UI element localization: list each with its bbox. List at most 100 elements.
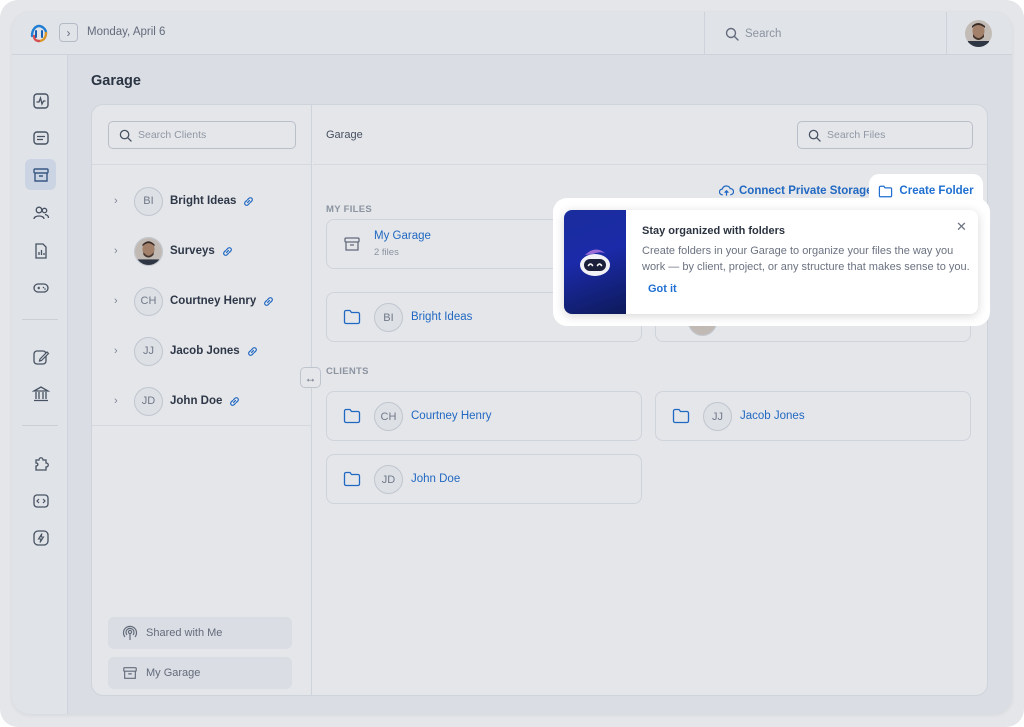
client-item-jacob-jones[interactable]: › JJ Jacob Jones [92,326,312,376]
folder-avatar: BI [374,303,403,332]
files-breadcrumb: Garage [326,129,363,141]
clients-pane: Search Clients › BI Bright Ideas › Surve… [92,105,312,695]
cloud-upload-icon [719,185,734,196]
code-icon[interactable] [30,490,51,511]
folder-avatar: JJ [703,402,732,431]
onboarding-tooltip: Stay organized with folders Create folde… [564,210,978,314]
chevron-right-icon[interactable]: › [114,245,118,257]
current-date: Monday, April 6 [87,26,166,38]
broadcast-icon [122,625,138,640]
create-folder-button[interactable]: Create Folder [869,174,983,208]
folder-icon [343,471,361,487]
client-name: Jacob Jones [170,345,240,357]
link-icon[interactable] [246,345,259,358]
client-name: Bright Ideas [170,195,237,207]
activity-icon[interactable] [30,90,51,111]
client-name: Surveys [170,245,215,257]
tooltip-body: Create folders in your Garage to organiz… [642,245,970,273]
users-icon[interactable] [30,202,51,223]
chevron-right-icon[interactable]: › [114,195,118,207]
tooltip-illustration [564,210,626,314]
edit-icon[interactable] [30,346,51,367]
app-logo-icon[interactable] [28,22,50,44]
client-avatar: BI [134,186,163,216]
folder-avatar: JD [374,465,403,494]
divider [313,164,987,165]
search-icon [119,129,132,142]
garage-icon[interactable] [25,159,56,190]
chevron-right-icon[interactable]: › [114,295,118,307]
search-icon [808,129,821,142]
tooltip-title: Stay organized with folders [642,225,786,237]
global-search-placeholder: Search [745,27,782,40]
my-files-heading: MY FILES [326,204,373,215]
expand-sidebar-button[interactable]: › [59,23,78,42]
folder-icon [343,408,361,424]
file-count: 2 files [374,247,399,258]
file-search-placeholder: Search Files [827,129,886,141]
my-garage-button[interactable]: My Garage [108,657,292,689]
resize-handle[interactable]: ↔ [300,367,321,388]
shared-with-me-label: Shared with Me [146,627,223,639]
client-search-input[interactable]: Search Clients [108,121,296,149]
file-search-input[interactable]: Search Files [797,121,973,149]
client-avatar-photo [134,236,163,266]
close-icon[interactable]: ✕ [956,219,967,235]
client-item-bright-ideas[interactable]: › BI Bright Ideas [92,176,312,226]
client-name: Courtney Henry [170,295,257,307]
user-avatar[interactable] [965,20,992,47]
divider [92,164,312,165]
chevron-right-icon[interactable]: › [114,395,118,407]
client-avatar: JD [134,386,163,416]
chevron-right-icon: › [66,25,71,40]
link-icon[interactable] [242,195,255,208]
folder-name: My Garage [374,230,431,242]
got-it-button[interactable]: Got it [648,283,677,295]
clients-heading: CLIENTS [326,366,369,377]
client-search-placeholder: Search Clients [138,129,207,141]
gamepad-icon[interactable] [30,277,51,298]
bank-icon[interactable] [30,383,51,404]
chevron-right-icon[interactable]: › [114,345,118,357]
global-search-input[interactable]: Search [704,12,947,55]
folder-avatar: CH [374,402,403,431]
client-item-courtney-henry[interactable]: › CH Courtney Henry [92,276,312,326]
client-name: John Doe [170,395,223,407]
client-avatar: CH [134,286,163,316]
shared-with-me-button[interactable]: Shared with Me [108,617,292,649]
reports-icon[interactable] [30,240,51,261]
folder-icon [672,408,690,424]
page-title: Garage [91,73,141,89]
link-icon[interactable] [228,395,241,408]
puzzle-icon[interactable] [30,452,51,473]
divider [92,425,312,426]
folder-icon [879,185,893,197]
archive-icon [344,237,360,251]
folder-name: Bright Ideas [411,311,473,323]
garage-panel: Search Clients › BI Bright Ideas › Surve… [91,104,988,696]
resize-arrows-icon: ↔ [304,370,317,385]
folder-card-jacob-jones[interactable]: JJ Jacob Jones [655,391,971,441]
folder-name: John Doe [411,473,461,485]
app-window: › Monday, April 6 Search Garage Search C… [12,12,1012,714]
my-garage-label: My Garage [146,667,201,679]
folder-card-john-doe[interactable]: JD John Doe [326,454,642,504]
connect-storage-button[interactable]: Connect Private Storage [719,184,873,197]
rail-divider [22,319,58,320]
folder-icon [343,309,361,325]
folder-card-courtney-henry[interactable]: CH Courtney Henry [326,391,642,441]
link-icon[interactable] [221,245,234,258]
tasks-icon[interactable] [30,127,51,148]
connect-storage-label: Connect Private Storage [739,184,873,197]
create-folder-label: Create Folder [899,185,974,197]
top-bar: › Monday, April 6 Search [12,12,1012,55]
lightning-icon[interactable] [30,527,51,548]
client-item-john-doe[interactable]: › JD John Doe [92,376,312,426]
robot-mascot-icon [580,249,610,276]
link-icon[interactable] [262,295,275,308]
nav-rail [12,55,68,714]
archive-icon [123,667,137,679]
folder-name: Courtney Henry [411,410,492,422]
folder-name: Jacob Jones [740,410,805,422]
client-item-surveys[interactable]: › Surveys [92,226,312,276]
